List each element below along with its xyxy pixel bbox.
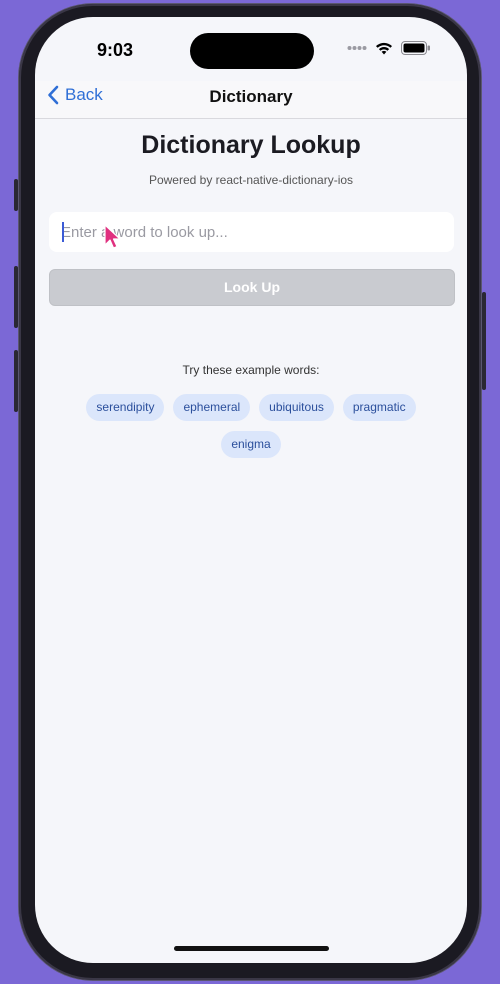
nav-title: Dictionary bbox=[209, 87, 293, 106]
example-word-chip[interactable]: ephemeral bbox=[173, 394, 251, 421]
example-word-chip[interactable]: serendipity bbox=[86, 394, 165, 421]
home-indicator bbox=[174, 946, 329, 951]
cellular-signal-icon bbox=[347, 46, 367, 50]
example-words-list: serendipity ephemeral ubiquitous pragmat… bbox=[71, 394, 431, 458]
examples-label: Try these example words: bbox=[182, 363, 320, 377]
page-title: Dictionary Lookup bbox=[141, 131, 361, 159]
dynamic-island bbox=[190, 33, 314, 69]
text-caret bbox=[62, 222, 64, 242]
phone-volume-down bbox=[14, 350, 18, 412]
status-time: 9:03 bbox=[97, 40, 134, 60]
phone-silent-switch bbox=[14, 179, 18, 211]
status-icons bbox=[347, 41, 431, 55]
example-word-chip[interactable]: pragmatic bbox=[342, 394, 416, 421]
mouse-pointer-icon bbox=[104, 224, 121, 249]
look-up-button[interactable]: Look Up bbox=[49, 269, 455, 306]
phone-power-button bbox=[482, 292, 486, 390]
example-word-chip[interactable]: enigma bbox=[221, 431, 281, 458]
battery-icon bbox=[401, 41, 430, 55]
page-subtitle: Powered by react-native-dictionary-ios bbox=[148, 173, 354, 187]
example-word-chip[interactable]: ubiquitous bbox=[259, 394, 334, 421]
wifi-icon bbox=[376, 42, 392, 54]
phone-volume-up bbox=[14, 266, 18, 328]
navigation-bar: Back Dictionary bbox=[35, 81, 467, 119]
app-screen: 9:03 Back Dictionary Dictionary Lookup P… bbox=[35, 17, 467, 963]
